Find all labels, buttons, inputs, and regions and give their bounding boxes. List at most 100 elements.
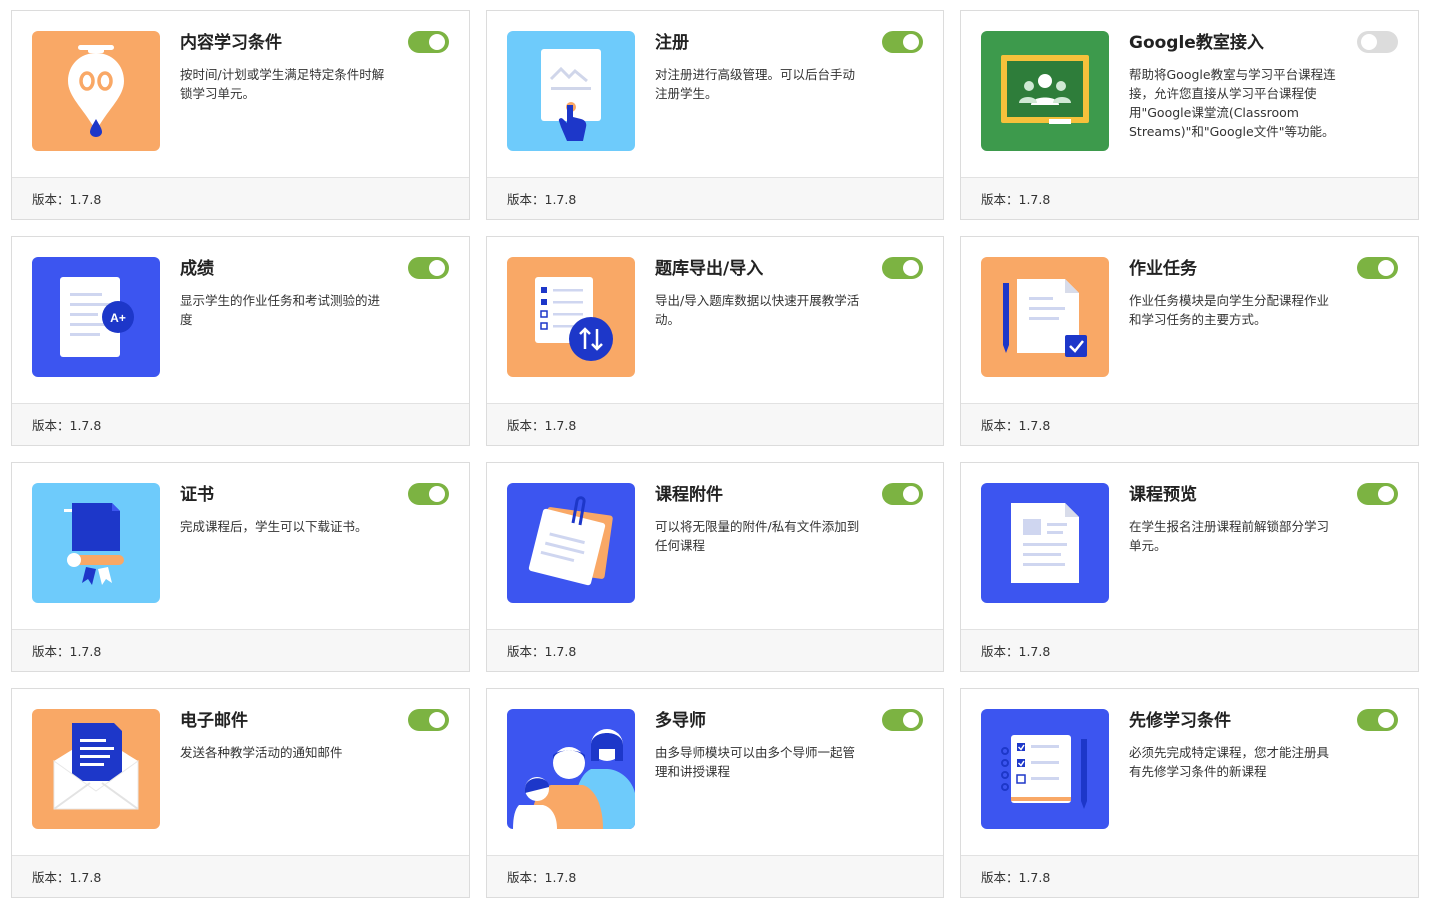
- certificate-icon: [32, 483, 160, 603]
- addon-info: 题库导出/导入 导出/导入题库数据以快速开展教学活动。: [655, 257, 923, 403]
- addon-card: A+ 成绩 显示学生的作业任务和考试测验的进度 版本：1.7.8: [11, 236, 470, 446]
- addon-version: 版本：1.7.8: [961, 855, 1418, 897]
- addon-card-body: Google教室接入 帮助将Google教室与学习平台课程连接，允许您直接从学习…: [961, 11, 1418, 177]
- addon-info: 注册 对注册进行高级管理。可以后台手动注册学生。: [655, 31, 923, 177]
- addon-enable-toggle[interactable]: [1357, 257, 1398, 279]
- addon-enable-toggle[interactable]: [882, 709, 923, 731]
- toggle-knob: [429, 260, 445, 276]
- addon-description: 帮助将Google教室与学习平台课程连接，允许您直接从学习平台课程使用"Goog…: [1129, 67, 1336, 139]
- addon-version: 版本：1.7.8: [487, 855, 943, 897]
- addon-enable-toggle[interactable]: [408, 483, 449, 505]
- addon-info: Google教室接入 帮助将Google教室与学习平台课程连接，允许您直接从学习…: [1129, 31, 1398, 177]
- addon-card: 注册 对注册进行高级管理。可以后台手动注册学生。 版本：1.7.8: [486, 10, 944, 220]
- addon-enable-toggle[interactable]: [408, 257, 449, 279]
- addon-card: 题库导出/导入 导出/导入题库数据以快速开展教学活动。 版本：1.7.8: [486, 236, 944, 446]
- assignments-icon: [981, 257, 1109, 377]
- addon-enable-toggle[interactable]: [882, 31, 923, 53]
- addon-title: Google教室接入: [1129, 33, 1264, 53]
- addon-description: 显示学生的作业任务和考试测验的进度: [180, 293, 381, 327]
- addon-title: 注册: [655, 33, 689, 53]
- addon-description: 在学生报名注册课程前解锁部分学习单元。: [1129, 519, 1330, 553]
- addon-card: 电子邮件 发送各种教学活动的通知邮件 版本：1.7.8: [11, 688, 470, 898]
- addon-info: 成绩 显示学生的作业任务和考试测验的进度: [180, 257, 449, 403]
- addon-description: 作业任务模块是向学生分配课程作业和学习任务的主要方式。: [1129, 293, 1330, 327]
- addon-card-body: A+ 成绩 显示学生的作业任务和考试测验的进度: [12, 237, 469, 403]
- addon-info: 证书 完成课程后，学生可以下载证书。: [180, 483, 449, 629]
- addon-info: 课程预览 在学生报名注册课程前解锁部分学习单元。: [1129, 483, 1398, 629]
- addon-title: 课程附件: [655, 485, 723, 505]
- addon-card-body: 电子邮件 发送各种教学活动的通知邮件: [12, 689, 469, 855]
- enrollment-icon: [507, 31, 635, 151]
- addon-version: 版本：1.7.8: [487, 629, 943, 671]
- addon-info: 先修学习条件 必须先完成特定课程，您才能注册具有先修学习条件的新课程: [1129, 709, 1398, 855]
- addon-card: 课程预览 在学生报名注册课程前解锁部分学习单元。 版本：1.7.8: [960, 462, 1419, 672]
- email-icon: [32, 709, 160, 829]
- addon-card: 先修学习条件 必须先完成特定课程，您才能注册具有先修学习条件的新课程 版本：1.…: [960, 688, 1419, 898]
- addon-card-body: 作业任务 作业任务模块是向学生分配课程作业和学习任务的主要方式。: [961, 237, 1418, 403]
- addon-card-body: 课程附件 可以将无限量的附件/私有文件添加到任何课程: [487, 463, 943, 629]
- addon-info: 作业任务 作业任务模块是向学生分配课程作业和学习任务的主要方式。: [1129, 257, 1398, 403]
- addon-title: 课程预览: [1129, 485, 1197, 505]
- addon-card-body: 证书 完成课程后，学生可以下载证书。: [12, 463, 469, 629]
- addon-card: 多导师 由多导师模块可以由多个导师一起管理和讲授课程 版本：1.7.8: [486, 688, 944, 898]
- addon-info: 课程附件 可以将无限量的附件/私有文件添加到任何课程: [655, 483, 923, 629]
- addon-card: 证书 完成课程后，学生可以下载证书。 版本：1.7.8: [11, 462, 470, 672]
- svg-text:A+: A+: [110, 311, 126, 325]
- addon-card-body: 先修学习条件 必须先完成特定课程，您才能注册具有先修学习条件的新课程: [961, 689, 1418, 855]
- addon-version: 版本：1.7.8: [961, 177, 1418, 219]
- addon-enable-toggle[interactable]: [1357, 709, 1398, 731]
- addon-card: 课程附件 可以将无限量的附件/私有文件添加到任何课程 版本：1.7.8: [486, 462, 944, 672]
- addon-version: 版本：1.7.8: [12, 629, 469, 671]
- addon-title: 电子邮件: [180, 711, 248, 731]
- addon-description: 由多导师模块可以由多个导师一起管理和讲授课程: [655, 745, 856, 779]
- addon-title: 成绩: [180, 259, 214, 279]
- toggle-knob: [903, 260, 919, 276]
- drip-content-icon: [32, 31, 160, 151]
- course-preview-icon: [981, 483, 1109, 603]
- addon-card-body: 内容学习条件 按时间/计划或学生满足特定条件时解锁学习单元。: [12, 11, 469, 177]
- prerequisites-icon: [981, 709, 1109, 829]
- addon-description: 完成课程后，学生可以下载证书。: [180, 519, 368, 534]
- toggle-knob: [1361, 34, 1377, 50]
- addon-info: 多导师 由多导师模块可以由多个导师一起管理和讲授课程: [655, 709, 923, 855]
- addon-description: 发送各种教学活动的通知邮件: [180, 745, 343, 760]
- addon-enable-toggle[interactable]: [408, 31, 449, 53]
- addon-version: 版本：1.7.8: [961, 629, 1418, 671]
- addon-enable-toggle[interactable]: [882, 483, 923, 505]
- addon-version: 版本：1.7.8: [487, 403, 943, 445]
- addon-version: 版本：1.7.8: [12, 403, 469, 445]
- toggle-knob: [903, 34, 919, 50]
- addon-title: 内容学习条件: [180, 33, 282, 53]
- course-attachments-icon: [507, 483, 635, 603]
- addon-card: 内容学习条件 按时间/计划或学生满足特定条件时解锁学习单元。 版本：1.7.8: [11, 10, 470, 220]
- addon-enable-toggle[interactable]: [1357, 483, 1398, 505]
- addon-description: 可以将无限量的附件/私有文件添加到任何课程: [655, 519, 860, 553]
- addon-version: 版本：1.7.8: [487, 177, 943, 219]
- addon-version: 版本：1.7.8: [961, 403, 1418, 445]
- addon-title: 作业任务: [1129, 259, 1197, 279]
- toggle-knob: [1378, 712, 1394, 728]
- addon-card-body: 注册 对注册进行高级管理。可以后台手动注册学生。: [487, 11, 943, 177]
- addon-description: 对注册进行高级管理。可以后台手动注册学生。: [655, 67, 856, 101]
- addon-card-body: 题库导出/导入 导出/导入题库数据以快速开展教学活动。: [487, 237, 943, 403]
- toggle-knob: [1378, 486, 1394, 502]
- addon-card: Google教室接入 帮助将Google教室与学习平台课程连接，允许您直接从学习…: [960, 10, 1419, 220]
- addon-description: 导出/导入题库数据以快速开展教学活动。: [655, 293, 860, 327]
- addon-card-body: 课程预览 在学生报名注册课程前解锁部分学习单元。: [961, 463, 1418, 629]
- multi-instructor-icon: [507, 709, 635, 829]
- addon-card: 作业任务 作业任务模块是向学生分配课程作业和学习任务的主要方式。 版本：1.7.…: [960, 236, 1419, 446]
- quiz-export-import-icon: [507, 257, 635, 377]
- toggle-knob: [429, 712, 445, 728]
- addon-description: 按时间/计划或学生满足特定条件时解锁学习单元。: [180, 67, 385, 101]
- addon-version: 版本：1.7.8: [12, 177, 469, 219]
- addon-version: 版本：1.7.8: [12, 855, 469, 897]
- addon-info: 内容学习条件 按时间/计划或学生满足特定条件时解锁学习单元。: [180, 31, 449, 177]
- toggle-knob: [1378, 260, 1394, 276]
- addon-enable-toggle[interactable]: [1357, 31, 1398, 53]
- toggle-knob: [429, 486, 445, 502]
- addon-enable-toggle[interactable]: [882, 257, 923, 279]
- addon-title: 题库导出/导入: [655, 259, 764, 279]
- addon-title: 多导师: [655, 711, 706, 731]
- addon-title: 证书: [180, 485, 214, 505]
- addon-enable-toggle[interactable]: [408, 709, 449, 731]
